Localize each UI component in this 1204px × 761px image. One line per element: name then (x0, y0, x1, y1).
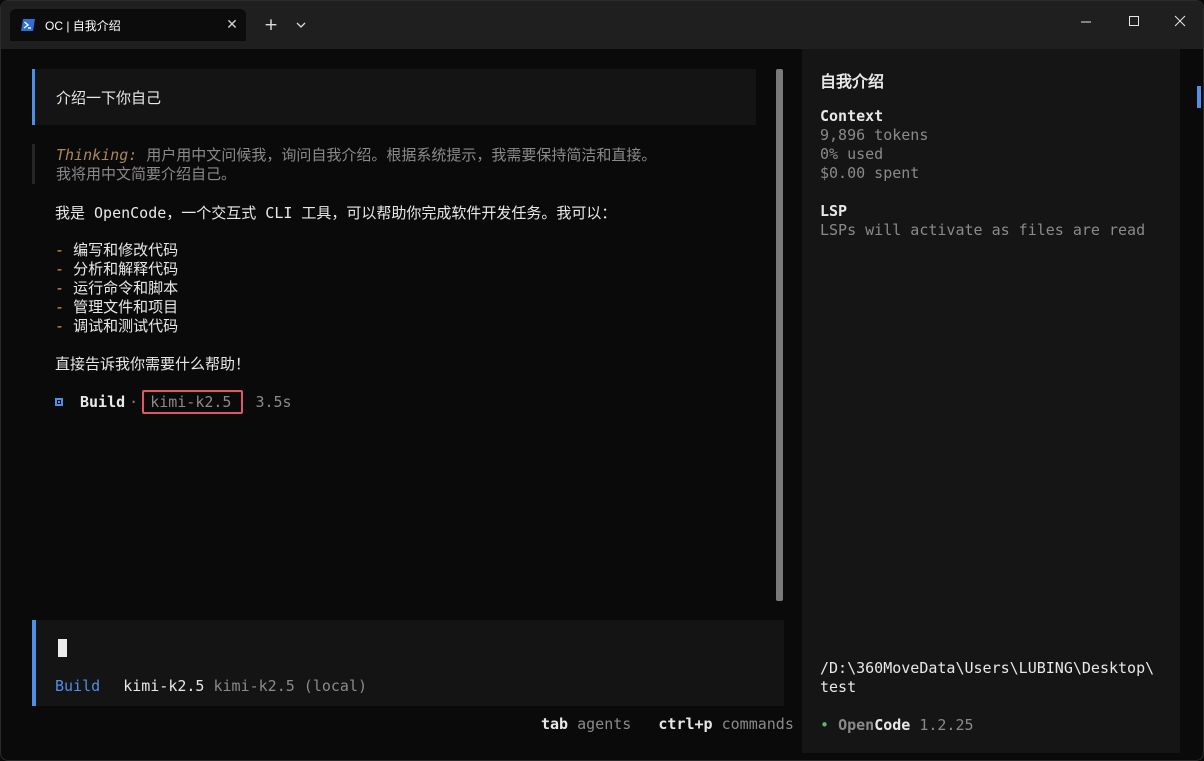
thinking-block: Thinking: 用户用中文问候我，询问自我介绍。根据系统提示，我需要保持简洁… (32, 144, 756, 184)
list-item-text: 管理文件和项目 (73, 298, 179, 316)
working-directory: /D:\360MoveData\Users\LUBING\Desktop\ te… (820, 659, 1154, 697)
bullet-marker: - (55, 298, 65, 316)
user-message: 介绍一下你自己 (32, 69, 756, 125)
session-title: 自我介绍 (820, 72, 885, 91)
model-name[interactable]: kimi-k2.5 (123, 677, 204, 695)
text-cursor (58, 639, 67, 657)
lsp-status: LSPs will activate as files are read (820, 221, 1146, 239)
new-tab-button[interactable]: + (261, 15, 281, 35)
thinking-text-1: 用户用中文问候我，询问自我介绍。根据系统提示，我需要保持简洁和直接。 (137, 146, 657, 164)
agent-name[interactable]: Build (55, 677, 100, 695)
context-used: 0% used (820, 145, 884, 163)
user-message-text: 介绍一下你自己 (56, 89, 162, 107)
path-line-1: /D:\360MoveData\Users\LUBING\Desktop\ (820, 659, 1155, 677)
list-item-text: 运行命令和脚本 (73, 279, 179, 297)
list-item-text: 编写和修改代码 (73, 241, 179, 259)
powershell-icon (21, 19, 35, 31)
assistant-closing: 直接告诉我你需要什么帮助！ (55, 355, 251, 373)
keyboard-hints: tab agents ctrl+p commands (541, 715, 794, 733)
build-duration: 3.5s (255, 393, 292, 411)
token-count: 9,896 tokens (820, 126, 929, 144)
version-number: 1.2.25 (919, 716, 974, 734)
close-tab-icon[interactable]: ✕ (222, 15, 242, 35)
edge-indicator (1197, 86, 1201, 108)
thinking-label: Thinking: (56, 146, 138, 164)
hint-desc-commands: commands (721, 715, 794, 733)
hint-desc-agents: agents (577, 715, 632, 733)
input-meta: Build kimi-k2.5 kimi-k2.5 (local) (55, 677, 367, 695)
tab-title: OC | 自我介绍 (45, 19, 121, 33)
bullet-marker: - (55, 279, 65, 297)
list-item: - 调试和测试代码 (55, 315, 178, 336)
bullet-marker: - (55, 317, 65, 335)
thinking-line-1: Thinking: 用户用中文问候我，询问自我介绍。根据系统提示，我需要保持简洁… (56, 144, 656, 165)
model-name-highlight: kimi-k2.5 (142, 390, 244, 414)
path-line-2: test (820, 678, 857, 696)
close-window-icon[interactable] (1165, 7, 1195, 35)
maximize-icon[interactable] (1119, 7, 1149, 35)
list-item-text: 分析和解释代码 (73, 260, 179, 278)
thinking-line-2: 我将用中文简要介绍自己。 (56, 165, 237, 183)
hint-key-commands: ctrl+p (658, 715, 713, 733)
bullet-marker: - (55, 260, 65, 278)
build-label: Build (80, 393, 126, 411)
cost-spent: $0.00 spent (820, 164, 920, 182)
hint-key-tab: tab (541, 715, 569, 733)
list-item: - 分析和解释代码 (55, 258, 178, 279)
list-item-text: 调试和测试代码 (73, 317, 179, 335)
brand-code: Code (874, 716, 911, 734)
tab-active[interactable]: OC | 自我介绍 ✕ (10, 9, 246, 41)
prompt-input[interactable]: Build kimi-k2.5 kimi-k2.5 (local) (32, 620, 784, 706)
bullet-marker: - (55, 241, 65, 259)
list-item: - 管理文件和项目 (55, 296, 178, 317)
scrollbar[interactable] (776, 69, 783, 601)
lsp-heading: LSP (820, 202, 848, 220)
chevron-down-icon[interactable] (291, 15, 311, 35)
terminal-window: OC | 自我介绍 ✕ + 介绍一下你自己 Thinking: 用户用中文问候我… (0, 0, 1204, 761)
list-item: - 编写和修改代码 (55, 239, 178, 260)
list-item: - 运行命令和脚本 (55, 277, 178, 298)
title-bar: OC | 自我介绍 ✕ + (1, 1, 1203, 49)
separator-dot: · (129, 393, 139, 411)
build-status-row: Build · kimi-k2.5 3.5s (55, 390, 292, 414)
assistant-intro: 我是 OpenCode，一个交互式 CLI 工具，可以帮助你完成软件开发任务。我… (55, 204, 617, 222)
app-version: • OpenCode 1.2.25 (820, 716, 974, 734)
minimize-icon[interactable] (1071, 7, 1101, 35)
build-square-icon (55, 398, 63, 406)
brand-open: Open (838, 716, 875, 734)
session-sidebar: 自我介绍 Context 9,896 tokens 0% used $0.00 … (802, 49, 1180, 753)
provider-name: kimi-k2.5 (local) (213, 677, 368, 695)
status-dot-icon: • (820, 716, 830, 734)
context-heading: Context (820, 107, 884, 125)
